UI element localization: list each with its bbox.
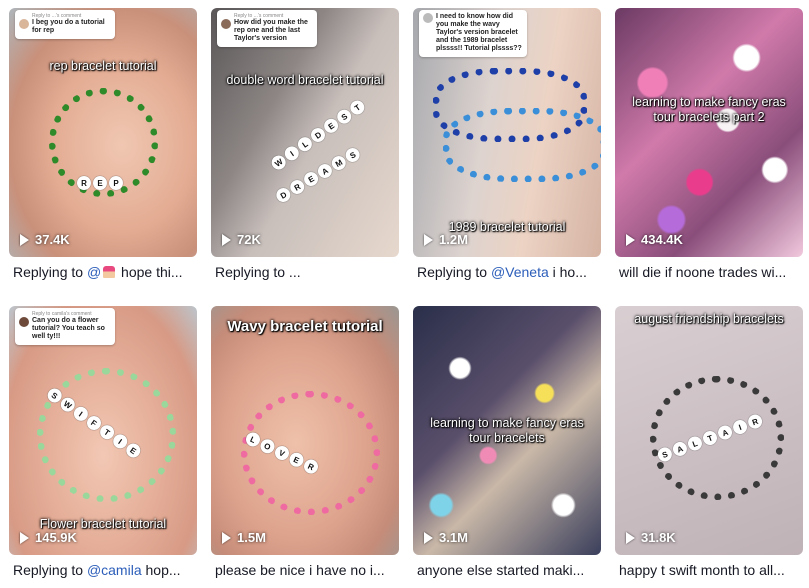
overlay-caption: double word bracelet tutorial bbox=[226, 73, 384, 87]
overlay-caption: rep bracelet tutorial bbox=[49, 59, 157, 73]
bracelet-image bbox=[443, 108, 601, 182]
avatar bbox=[19, 317, 29, 327]
caption-text: Replying to ... bbox=[215, 264, 301, 280]
view-count: 3.1M bbox=[424, 530, 468, 545]
mention-link[interactable]: @camila bbox=[87, 562, 142, 578]
view-count-text: 434.4K bbox=[641, 232, 683, 247]
caption-text: anyone else started maki... bbox=[417, 562, 585, 578]
video-caption[interactable]: will die if noone trades wi... bbox=[619, 264, 803, 281]
reply-comment-bubble: Reply to camila's comment Can you do a f… bbox=[15, 308, 115, 345]
video-caption[interactable]: Replying to @camila hop... bbox=[13, 562, 197, 579]
bracelet-letters: R E P bbox=[77, 176, 123, 190]
play-icon bbox=[424, 233, 433, 246]
play-icon bbox=[222, 531, 231, 544]
play-icon bbox=[424, 531, 433, 544]
avatar bbox=[423, 13, 433, 23]
video-caption[interactable]: Replying to @ hope thi... bbox=[13, 264, 197, 281]
caption-text: hope thi... bbox=[117, 264, 183, 280]
video-caption[interactable]: anyone else started maki... bbox=[417, 562, 601, 579]
caption-text: hop... bbox=[141, 562, 181, 578]
play-icon bbox=[20, 233, 29, 246]
video-caption[interactable]: Replying to @Veneta i ho... bbox=[417, 264, 601, 281]
comment-text: Can you do a flower tutorial? You teach … bbox=[32, 317, 105, 340]
view-count-text: 1.2M bbox=[439, 232, 468, 247]
caption-text: Replying to bbox=[13, 264, 87, 280]
view-count-text: 3.1M bbox=[439, 530, 468, 545]
view-count: 31.8K bbox=[626, 530, 676, 545]
overlay-caption: learning to make fancy eras tour bracele… bbox=[632, 95, 786, 124]
view-count: 1.2M bbox=[424, 232, 468, 247]
comment-text: I beg you do a tutorial for rep bbox=[32, 19, 105, 34]
play-icon bbox=[626, 531, 635, 544]
avatar bbox=[221, 19, 231, 29]
overlay-caption: august friendship bracelets bbox=[634, 312, 784, 326]
caption-text: i ho... bbox=[548, 264, 587, 280]
overlay-caption: Wavy bracelet tutorial bbox=[227, 318, 383, 335]
view-count: 434.4K bbox=[626, 232, 683, 247]
reply-comment-bubble: Reply to ...'s comment I beg you do a tu… bbox=[15, 10, 115, 39]
view-count: 145.9K bbox=[20, 530, 77, 545]
avatar bbox=[19, 19, 29, 29]
bracelet-image bbox=[241, 391, 380, 515]
reply-comment-bubble: Reply to ...'s comment How did you make … bbox=[217, 10, 317, 47]
view-count: 72K bbox=[222, 232, 261, 247]
mention-link[interactable]: @ bbox=[87, 264, 101, 280]
view-count: 37.4K bbox=[20, 232, 70, 247]
comment-text: I need to know how did you make the wavy… bbox=[436, 13, 522, 52]
caption-text: Replying to bbox=[417, 264, 491, 280]
video-thumbnail[interactable]: S W I F T I E Reply to camila's comment … bbox=[9, 306, 197, 555]
view-count-text: 145.9K bbox=[35, 530, 77, 545]
video-thumbnail[interactable]: L O V E R Wavy bracelet tutorial 1.5M bbox=[211, 306, 399, 555]
video-thumbnail[interactable]: R E P Reply to ...'s comment I beg you d… bbox=[9, 8, 197, 257]
video-caption[interactable]: Replying to ... bbox=[215, 264, 399, 281]
cupcake-emoji-icon bbox=[103, 266, 116, 278]
caption-text: will die if noone trades wi... bbox=[619, 264, 787, 280]
view-count-text: 37.4K bbox=[35, 232, 70, 247]
bead-letter: E bbox=[93, 176, 107, 190]
view-count-text: 72K bbox=[237, 232, 261, 247]
caption-text: Replying to bbox=[13, 562, 87, 578]
caption-text: happy t swift month to all... bbox=[619, 562, 785, 578]
video-thumbnail[interactable]: S A L T A I R august friendship bracelet… bbox=[615, 306, 803, 555]
caption-text: please be nice i have no i... bbox=[215, 562, 385, 578]
view-count-text: 31.8K bbox=[641, 530, 676, 545]
view-count-text: 1.5M bbox=[237, 530, 266, 545]
overlay-caption: learning to make fancy eras tour bracele… bbox=[430, 416, 584, 445]
play-icon bbox=[20, 531, 29, 544]
play-icon bbox=[626, 233, 635, 246]
bead-letter: R bbox=[77, 176, 91, 190]
video-thumbnail[interactable]: learning to make fancy eras tour bracele… bbox=[413, 306, 601, 555]
view-count: 1.5M bbox=[222, 530, 266, 545]
video-caption[interactable]: please be nice i have no i... bbox=[215, 562, 399, 579]
video-thumbnail[interactable]: I need to know how did you make the wavy… bbox=[413, 8, 601, 257]
mention-link[interactable]: @Veneta bbox=[491, 264, 549, 280]
video-caption[interactable]: happy t swift month to all... bbox=[619, 562, 803, 579]
reply-comment-bubble: I need to know how did you make the wavy… bbox=[419, 10, 527, 57]
video-thumbnail[interactable]: learning to make fancy eras tour bracele… bbox=[615, 8, 803, 257]
play-icon bbox=[222, 233, 231, 246]
video-thumbnail[interactable]: W I L D E S T D R E A M S Reply to ...'s… bbox=[211, 8, 399, 257]
comment-text: How did you make the rep one and the las… bbox=[234, 19, 308, 42]
bead-letter: P bbox=[109, 176, 123, 190]
